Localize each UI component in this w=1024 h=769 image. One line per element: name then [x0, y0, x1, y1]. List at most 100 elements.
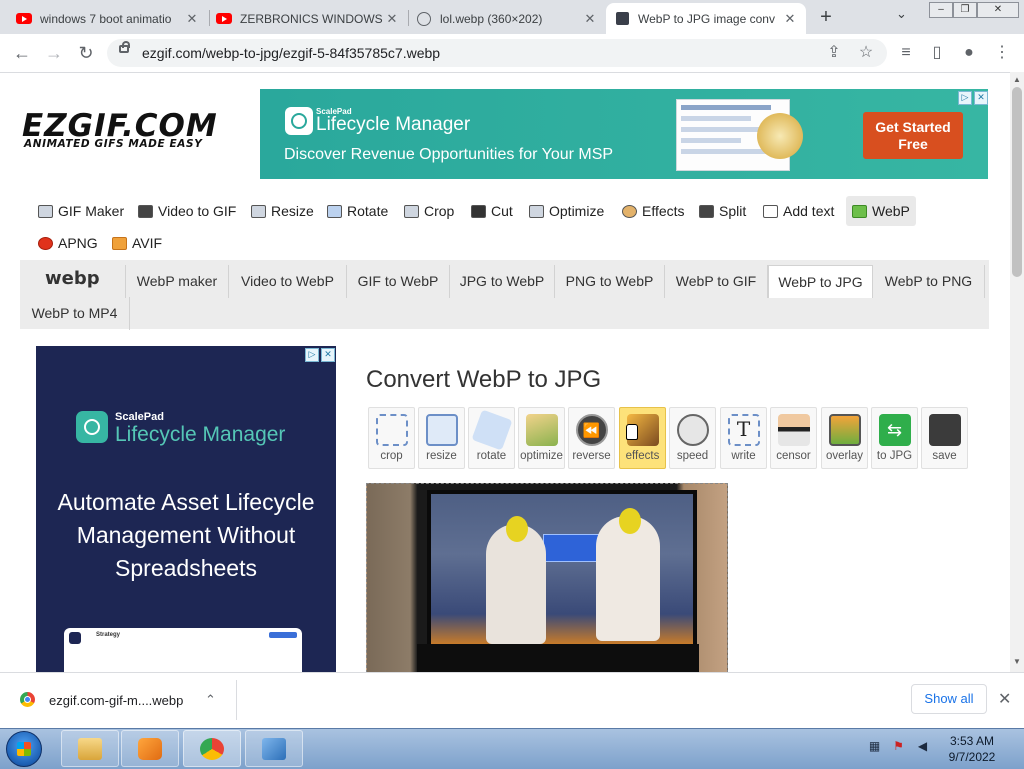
share-icon[interactable]: ⇪	[823, 42, 845, 64]
network-tray-icon[interactable]: ▦	[867, 739, 882, 754]
tool-crop-button[interactable]: crop	[368, 407, 415, 469]
split-icon	[699, 204, 714, 218]
taskbar-explorer[interactable]	[61, 730, 119, 767]
action-center-flag-icon[interactable]: ⚑	[891, 739, 906, 754]
subnav-gif-to-webp[interactable]: GIF to WebP	[347, 265, 450, 298]
avif-icon	[112, 236, 127, 250]
adchoices-icon[interactable]: ▷	[958, 91, 972, 105]
close-window-icon[interactable]: ✕	[977, 2, 1019, 18]
taskbar-chrome[interactable]	[183, 730, 241, 767]
lock-icon[interactable]	[119, 41, 130, 53]
close-download-bar-icon[interactable]: ✕	[998, 689, 1011, 709]
nav-rotate[interactable]: Rotate	[327, 197, 388, 225]
nav-cut[interactable]: Cut	[471, 197, 513, 225]
tool-overlay-button[interactable]: overlay	[821, 407, 868, 469]
scroll-down-arrow-icon[interactable]: ▼	[1010, 655, 1024, 669]
nav-avif[interactable]: AVIF	[112, 229, 162, 257]
nav-label: Effects	[642, 203, 685, 219]
ad-get-started-button[interactable]: Get Started Free	[863, 112, 963, 159]
nav-crop[interactable]: Crop	[404, 197, 454, 225]
start-button[interactable]	[6, 731, 42, 767]
subnav-webp-to-jpg[interactable]: WebP to JPG	[768, 265, 873, 298]
nav-label: AVIF	[132, 235, 163, 251]
film-icon	[138, 204, 153, 218]
stopwatch-icon	[676, 414, 709, 446]
nav-add-text[interactable]: Add text	[763, 197, 834, 225]
subnav-jpg-to-webp[interactable]: JPG to WebP	[450, 265, 555, 298]
taskbar-media-player[interactable]	[121, 730, 179, 767]
ezgif-icon	[614, 11, 630, 27]
ad-close-icon[interactable]: ✕	[974, 91, 988, 105]
ad-screenshot-image: Strategy	[64, 628, 302, 672]
nav-apng[interactable]: APNG	[38, 229, 98, 257]
url-text[interactable]: ezgif.com/webp-to-jpg/ezgif-5-84f35785c7…	[142, 45, 440, 61]
media-queue-icon[interactable]: ≡	[895, 42, 917, 64]
nav-optimize[interactable]: Optimize	[529, 197, 604, 225]
show-all-button[interactable]: Show all	[911, 684, 987, 714]
back-arrow-icon[interactable]: ←	[11, 42, 33, 64]
subnav-webp-to-mp4[interactable]: WebP to MP4	[20, 297, 130, 330]
ad-close-icon[interactable]: ✕	[321, 348, 335, 362]
browser-tab-3[interactable]: lol.webp (360×202) ✕	[408, 3, 606, 34]
bookmark-star-icon[interactable]: ☆	[855, 42, 877, 64]
close-tab-icon[interactable]: ✕	[782, 11, 798, 27]
tool-optimize-button[interactable]: optimize	[518, 407, 565, 469]
new-tab-icon[interactable]: +	[815, 6, 837, 28]
browser-tab-2[interactable]: ZERBRONICS WINDOWS ✕	[208, 3, 408, 34]
download-filename[interactable]: ezgif.com-gif-m....webp	[49, 693, 183, 708]
forward-arrow-icon[interactable]: →	[43, 42, 65, 64]
tool-label: save	[932, 450, 957, 462]
adchoices-icon[interactable]: ▷	[305, 348, 319, 362]
tool-label: censor	[776, 450, 811, 462]
subnav-webp-to-png[interactable]: WebP to PNG	[873, 265, 985, 298]
subnav-png-to-webp[interactable]: PNG to WebP	[555, 265, 665, 298]
nav-effects[interactable]: Effects	[622, 197, 685, 225]
close-tab-icon[interactable]: ✕	[582, 11, 598, 27]
nav-webp[interactable]: WebP	[846, 196, 916, 226]
tool-rotate-button[interactable]: rotate	[468, 407, 515, 469]
site-tagline: ANIMATED GIFS MADE EASY	[24, 138, 203, 150]
tool-to-jpg-button[interactable]: ⇆ to JPG	[871, 407, 918, 469]
tool-censor-button[interactable]: censor	[770, 407, 817, 469]
taskbar-clock[interactable]: 3:53 AM 9/7/2022	[939, 733, 1005, 765]
scroll-up-arrow-icon[interactable]: ▲	[1010, 73, 1024, 87]
tool-resize-button[interactable]: resize	[418, 407, 465, 469]
chevron-up-icon[interactable]: ⌃	[205, 692, 216, 708]
nav-label: GIF Maker	[58, 203, 125, 219]
profile-avatar-icon[interactable]: ●	[958, 42, 980, 64]
tool-speed-button[interactable]: speed	[669, 407, 716, 469]
restore-window-icon[interactable]: ❐	[953, 2, 977, 18]
kebab-menu-icon[interactable]: ⋮	[991, 42, 1013, 64]
resize-icon	[251, 204, 266, 218]
nav-split[interactable]: Split	[699, 197, 746, 225]
browser-tab-1[interactable]: windows 7 boot animatio ✕	[8, 3, 208, 34]
tab-title: WebP to JPG image conv	[638, 11, 775, 26]
volume-icon[interactable]: ◀	[915, 739, 930, 754]
subnav-video-to-webp[interactable]: Video to WebP	[229, 265, 347, 298]
ad-screenshot-title: Strategy	[96, 632, 121, 638]
tool-reverse-button[interactable]: ⏪ reverse	[568, 407, 615, 469]
crop-icon	[404, 204, 419, 218]
ad-brand: Lifecycle Manager	[316, 114, 471, 135]
tool-write-button[interactable]: Twrite	[720, 407, 767, 469]
subnav-webp-maker[interactable]: WebP maker	[125, 265, 229, 298]
browser-tab-4-active[interactable]: WebP to JPG image conv ✕	[606, 3, 806, 34]
tab-search-chevron-icon[interactable]: ⌄	[896, 6, 907, 22]
subnav-webp-to-gif[interactable]: WebP to GIF	[665, 265, 768, 298]
download-divider	[236, 680, 237, 720]
close-tab-icon[interactable]: ✕	[184, 11, 200, 27]
nav-video-to-gif[interactable]: Video to GIF	[138, 197, 236, 225]
crop-tool-icon	[375, 414, 408, 446]
nav-gif-maker[interactable]: GIF Maker	[38, 197, 124, 225]
side-panel-icon[interactable]: ▯	[926, 42, 948, 64]
nav-label: Optimize	[549, 203, 605, 219]
scrollbar-thumb[interactable]	[1012, 87, 1022, 277]
clock-time: 3:53 AM	[949, 734, 995, 748]
close-tab-icon[interactable]: ✕	[384, 11, 400, 27]
taskbar-control-panel[interactable]	[245, 730, 303, 767]
tool-save-button[interactable]: save	[921, 407, 968, 469]
reload-icon[interactable]: ↻	[75, 42, 97, 64]
minimize-window-icon[interactable]: –	[929, 2, 953, 18]
nav-resize[interactable]: Resize	[251, 197, 314, 225]
censor-icon	[777, 414, 810, 446]
